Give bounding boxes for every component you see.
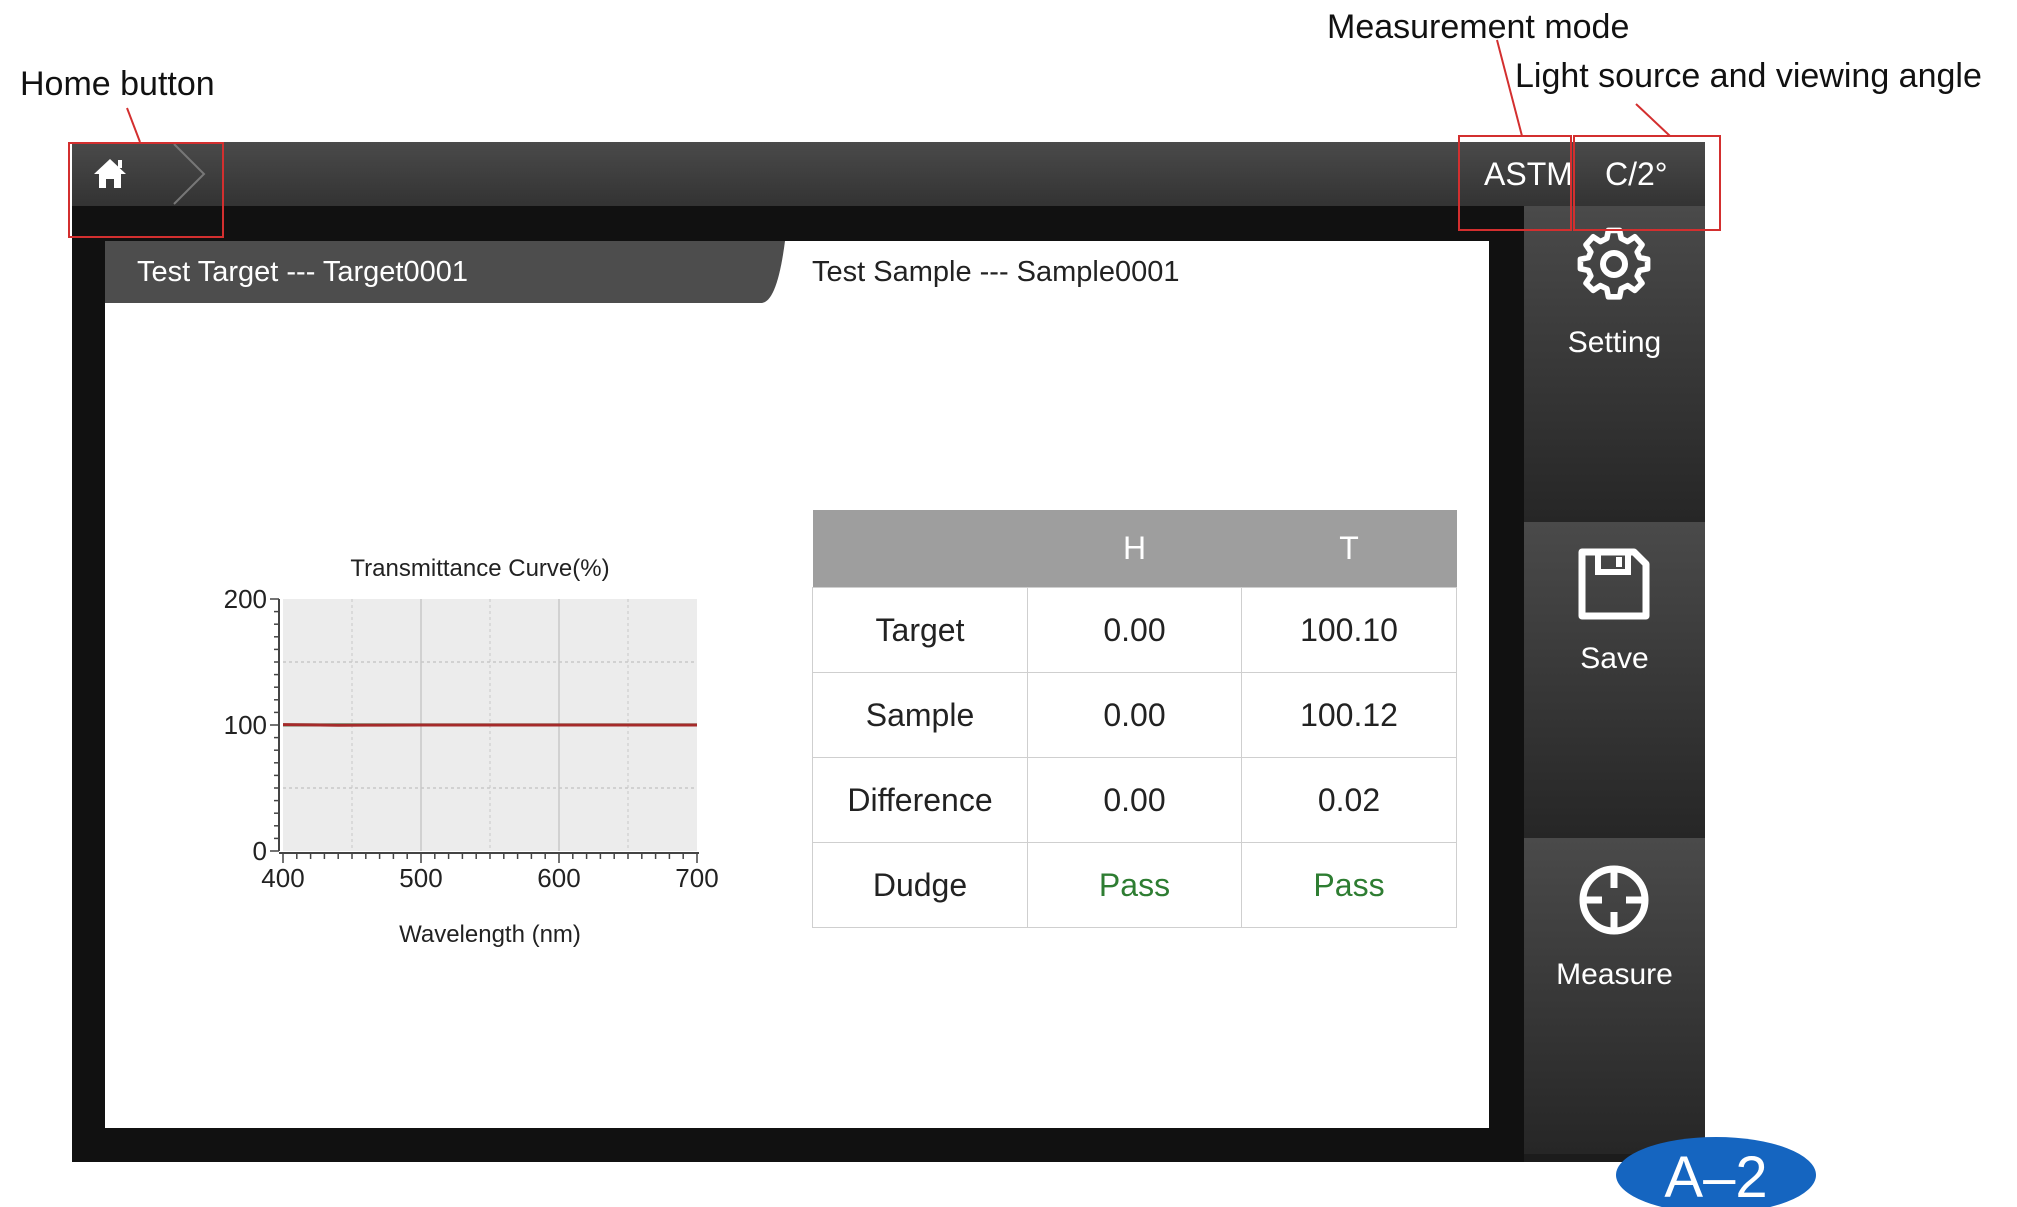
save-icon	[1578, 548, 1650, 620]
badge-text: A–2	[1664, 1145, 1767, 1207]
crosshair-icon	[1579, 865, 1649, 935]
table-row: Difference 0.00 0.02	[812, 757, 1457, 843]
table-row: Sample 0.00 100.12	[812, 672, 1457, 758]
device-frame: ASTM C/2° Test Target --- Target0001 Tes…	[72, 142, 1705, 1162]
tab-test-target[interactable]: Test Target --- Target0001	[137, 241, 468, 303]
result-table: H T Target 0.00 100.10 Sample 0.00 100.1…	[812, 510, 1457, 928]
main-screen: Test Target --- Target0001 Test Sample -…	[105, 241, 1489, 1128]
cell-t-judge: Pass	[1241, 842, 1457, 928]
table-row: Dudge Pass Pass	[812, 842, 1457, 928]
table-header-row: H T	[812, 510, 1457, 588]
row-label: Dudge	[812, 842, 1028, 928]
row-label: Difference	[812, 757, 1028, 843]
x-tick-label: 600	[537, 863, 580, 893]
cell-t: 100.10	[1241, 587, 1457, 673]
cell-h-judge: Pass	[1027, 842, 1242, 928]
tab-bar: Test Target --- Target0001 Test Sample -…	[105, 241, 1489, 303]
cell-h: 0.00	[1027, 757, 1242, 843]
setting-label: Setting	[1567, 326, 1662, 359]
highlight-home	[68, 142, 224, 238]
sidebar: Setting Save Measure	[1524, 206, 1705, 1162]
y-tick-label: 200	[224, 584, 267, 614]
y-tick-label: 100	[224, 710, 267, 740]
header-empty	[812, 510, 1028, 588]
cell-h: 0.00	[1027, 587, 1242, 673]
y-tick-label: 0	[253, 836, 267, 866]
series-line-sample	[282, 723, 697, 727]
table-row: Target 0.00 100.10	[812, 587, 1457, 673]
x-tick-label: 700	[675, 863, 718, 893]
x-tick-label: 500	[399, 863, 442, 893]
save-label: Save	[1580, 642, 1649, 675]
x-axis-label: Wavelength (nm)	[399, 921, 581, 948]
highlight-light-source	[1573, 135, 1721, 231]
row-label: Sample	[812, 672, 1028, 758]
measure-label: Measure	[1556, 958, 1673, 991]
cell-t: 0.02	[1241, 757, 1457, 843]
gear-icon	[1577, 227, 1651, 300]
setting-button[interactable]: Setting	[1524, 206, 1705, 522]
row-label: Target	[812, 587, 1028, 673]
cell-h: 0.00	[1027, 672, 1242, 758]
header-t: T	[1241, 510, 1457, 588]
measure-button[interactable]: Measure	[1524, 838, 1705, 1154]
x-tick-label: 400	[261, 863, 304, 893]
highlight-measurement-mode	[1458, 135, 1572, 231]
transmittance-chart: Transmittance Curve(%) 0 100 200 400 500 600 70…	[224, 555, 719, 948]
chart-title: Transmittance Curve(%)	[350, 555, 609, 582]
cell-t: 100.12	[1241, 672, 1457, 758]
page-badge: A–2	[1616, 1137, 1816, 1207]
header-h: H	[1027, 510, 1242, 588]
tab-test-sample[interactable]: Test Sample --- Sample0001	[812, 241, 1180, 303]
save-button[interactable]: Save	[1524, 522, 1705, 838]
